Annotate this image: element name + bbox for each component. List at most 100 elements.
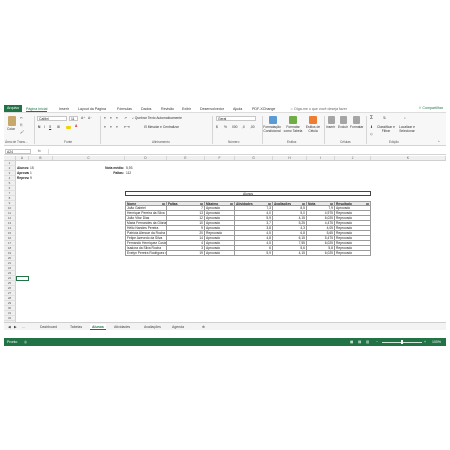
collapse-ribbon-icon[interactable]: ^ xyxy=(438,140,440,144)
thousands-icon[interactable]: 000 xyxy=(232,125,238,129)
tab-developer[interactable]: Desenvolvedor xyxy=(200,106,224,112)
decrease-decimal-icon[interactable]: ,00 xyxy=(250,125,255,129)
sheet-tabs: ◀ ▶ … Dashboard Tabelas Alunos Atividades Av… xyxy=(4,322,446,330)
tab-page-layout[interactable]: Layout da Página xyxy=(78,106,106,112)
insert-cells-icon[interactable] xyxy=(328,116,335,124)
font-color-icon[interactable]: A xyxy=(75,124,77,128)
cut-icon[interactable]: ✂ xyxy=(20,116,23,120)
align-bottom-icon[interactable]: ≡ xyxy=(116,116,118,120)
scroll-right-icon[interactable]: ▶ xyxy=(12,324,19,330)
column-header-k[interactable]: K xyxy=(371,156,446,161)
selected-cell[interactable] xyxy=(16,276,29,281)
sort-filter-icon[interactable]: ⇅ xyxy=(383,116,386,120)
column-header-f[interactable]: F xyxy=(205,156,235,161)
column-header-d[interactable]: D xyxy=(125,156,167,161)
align-center-icon[interactable]: ≡ xyxy=(110,125,112,129)
formula-input[interactable] xyxy=(48,149,444,154)
sheet-tab-tabelas[interactable]: Tabelas xyxy=(68,324,84,330)
name-box[interactable]: A24 xyxy=(5,149,31,154)
zoom-slider[interactable] xyxy=(382,340,422,344)
format-cells-button[interactable]: Formatar xyxy=(350,125,363,129)
decrease-font-icon[interactable]: A⁻ xyxy=(88,116,92,120)
align-top-icon[interactable]: ≡ xyxy=(104,116,106,120)
number-format-select[interactable]: Geral xyxy=(216,116,256,121)
align-middle-icon[interactable]: ≡ xyxy=(110,116,112,120)
sheet-tab-alunos[interactable]: Alunos xyxy=(90,324,106,330)
tab-file[interactable]: Arquivo xyxy=(4,105,23,112)
find-select-button[interactable]: Localizar e Selecionar xyxy=(397,125,417,133)
column-header-i[interactable]: I xyxy=(307,156,335,161)
increase-font-icon[interactable]: A⁺ xyxy=(81,116,85,120)
tab-review[interactable]: Revisão xyxy=(161,106,174,112)
tab-formulas[interactable]: Fórmulas xyxy=(117,106,132,112)
cell-styles-button[interactable]: Estilos de Célula xyxy=(304,125,322,133)
align-left-icon[interactable]: ≡ xyxy=(104,125,106,129)
merge-center-button[interactable]: ⊟ Mesclar e Centralizar xyxy=(144,125,179,129)
zoom-level[interactable]: 100% xyxy=(432,338,441,346)
more-sheets-icon[interactable]: … xyxy=(20,324,28,330)
spreadsheet-grid[interactable]: A B C D E F G H I J K 1 2 3 4 5 6 7 8 9 10 11 12 13 14 15 16 17 18 19… xyxy=(4,156,446,322)
currency-icon[interactable]: $ xyxy=(216,125,218,129)
column-header-h[interactable]: H xyxy=(273,156,307,161)
tab-home[interactable]: Página Inicial xyxy=(26,106,48,112)
sheet-tab-avaliações[interactable]: Avaliações xyxy=(142,324,163,330)
zoom-out-icon[interactable]: − xyxy=(376,338,378,346)
autosum-icon[interactable]: Σ xyxy=(370,116,373,121)
accessibility-icon[interactable]: ◎ xyxy=(24,338,27,346)
column-header-b[interactable]: B xyxy=(29,156,53,161)
borders-icon[interactable]: ⊞ xyxy=(57,125,60,129)
insert-cells-button[interactable]: Inserir xyxy=(326,125,335,129)
align-right-icon[interactable]: ≡ xyxy=(116,125,118,129)
fx-icon[interactable]: fx xyxy=(38,149,41,154)
paste-button[interactable]: Colar xyxy=(7,127,15,131)
increase-decimal-icon[interactable]: ,0 xyxy=(242,125,245,129)
format-painter-icon[interactable]: 🖌 xyxy=(20,130,24,134)
zoom-in-icon[interactable]: + xyxy=(424,338,426,346)
format-table-icon[interactable] xyxy=(289,116,297,124)
tab-insert[interactable]: Inserir xyxy=(59,106,69,112)
normal-view-icon[interactable]: ▦ xyxy=(350,338,353,346)
tell-me-box[interactable]: ☼ Diga-me o que você deseja fazer xyxy=(290,106,347,112)
column-header-e[interactable]: E xyxy=(167,156,205,161)
italic-icon[interactable]: I xyxy=(44,125,45,129)
fill-color-icon[interactable] xyxy=(66,126,71,129)
indent-icon[interactable]: ⇤⇥ xyxy=(124,125,130,129)
delete-cells-icon[interactable] xyxy=(340,116,347,124)
ribbon-tabs: Arquivo Página Inicial Inserir Layout da… xyxy=(4,104,446,113)
tab-view[interactable]: Exibir xyxy=(182,106,191,112)
tab-pdf-xchange[interactable]: PDF-XChange xyxy=(252,106,275,112)
font-name-select[interactable]: Calibri xyxy=(37,116,67,121)
orientation-icon[interactable]: ↗ xyxy=(124,116,127,120)
sort-filter-button[interactable]: Classificar e Filtrar xyxy=(376,125,396,133)
clear-icon[interactable]: ◇ xyxy=(370,132,373,136)
page-break-view-icon[interactable]: ▥ xyxy=(366,338,369,346)
percent-icon[interactable]: % xyxy=(224,125,227,129)
column-header-g[interactable]: G xyxy=(235,156,273,161)
conditional-format-button[interactable]: Formatação Condicional xyxy=(262,125,282,133)
find-select-icon[interactable]: ⌕ xyxy=(404,116,406,120)
cell-styles-icon[interactable] xyxy=(309,116,317,124)
fill-icon[interactable]: ⬇ xyxy=(370,125,373,129)
bold-icon[interactable]: N xyxy=(38,125,40,129)
font-size-select[interactable]: 11 xyxy=(69,116,78,121)
sheet-tab-dashboard[interactable]: Dashboard xyxy=(38,324,59,330)
underline-icon[interactable]: S xyxy=(49,125,51,129)
delete-cells-button[interactable]: Excluir xyxy=(338,125,348,129)
sheet-tab-atividades[interactable]: Atividades xyxy=(112,324,132,330)
add-sheet-icon[interactable]: ⊕ xyxy=(200,324,207,330)
copy-icon[interactable]: ⎘ xyxy=(20,123,23,127)
column-header-c[interactable]: C xyxy=(53,156,125,161)
tab-data[interactable]: Dados xyxy=(141,106,151,112)
zoom-slider-thumb[interactable] xyxy=(401,340,403,344)
format-table-button[interactable]: Formatar como Tabela xyxy=(283,125,303,133)
column-header-a[interactable]: A xyxy=(16,156,29,161)
column-header-j[interactable]: J xyxy=(335,156,371,161)
paste-icon[interactable] xyxy=(8,116,16,126)
conditional-format-icon[interactable] xyxy=(269,116,277,124)
format-cells-icon[interactable] xyxy=(353,116,360,124)
wrap-text-button[interactable]: ⤶ Quebrar Texto Automaticamente xyxy=(132,116,182,120)
page-layout-view-icon[interactable]: ▤ xyxy=(358,338,361,346)
tab-help[interactable]: Ajuda xyxy=(233,106,242,112)
sheet-tab-agenda[interactable]: Agenda xyxy=(170,324,186,330)
share-button[interactable]: ⇧ Compartilhar xyxy=(418,106,443,111)
